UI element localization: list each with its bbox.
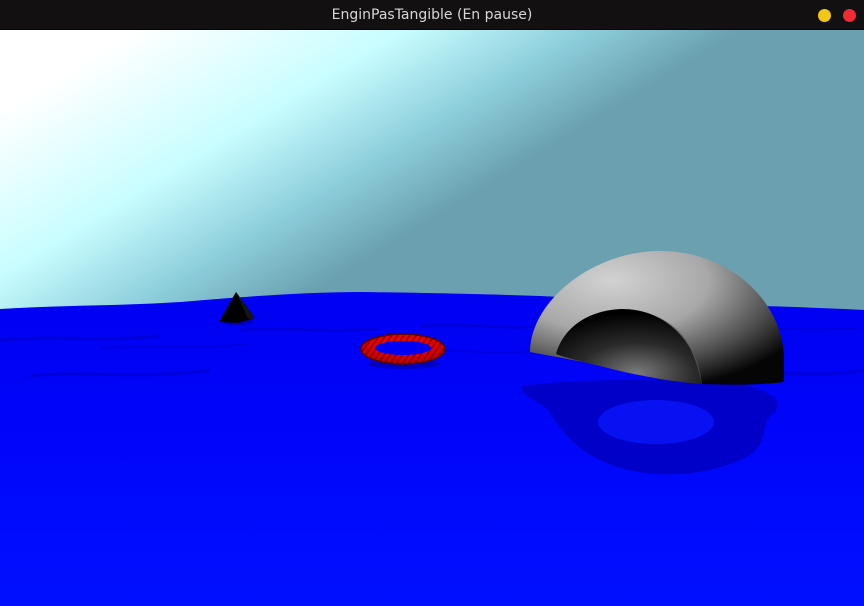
close-button[interactable]	[843, 9, 856, 22]
window-title: EnginPasTangible (En pause)	[331, 7, 533, 23]
3d-viewport[interactable]	[0, 30, 864, 606]
app-window: EnginPasTangible (En pause)	[0, 0, 864, 606]
title-bar[interactable]: EnginPasTangible (En pause)	[0, 0, 864, 30]
red-torus	[360, 333, 446, 365]
scene-canvas	[0, 30, 864, 606]
minimize-button[interactable]	[818, 9, 831, 22]
